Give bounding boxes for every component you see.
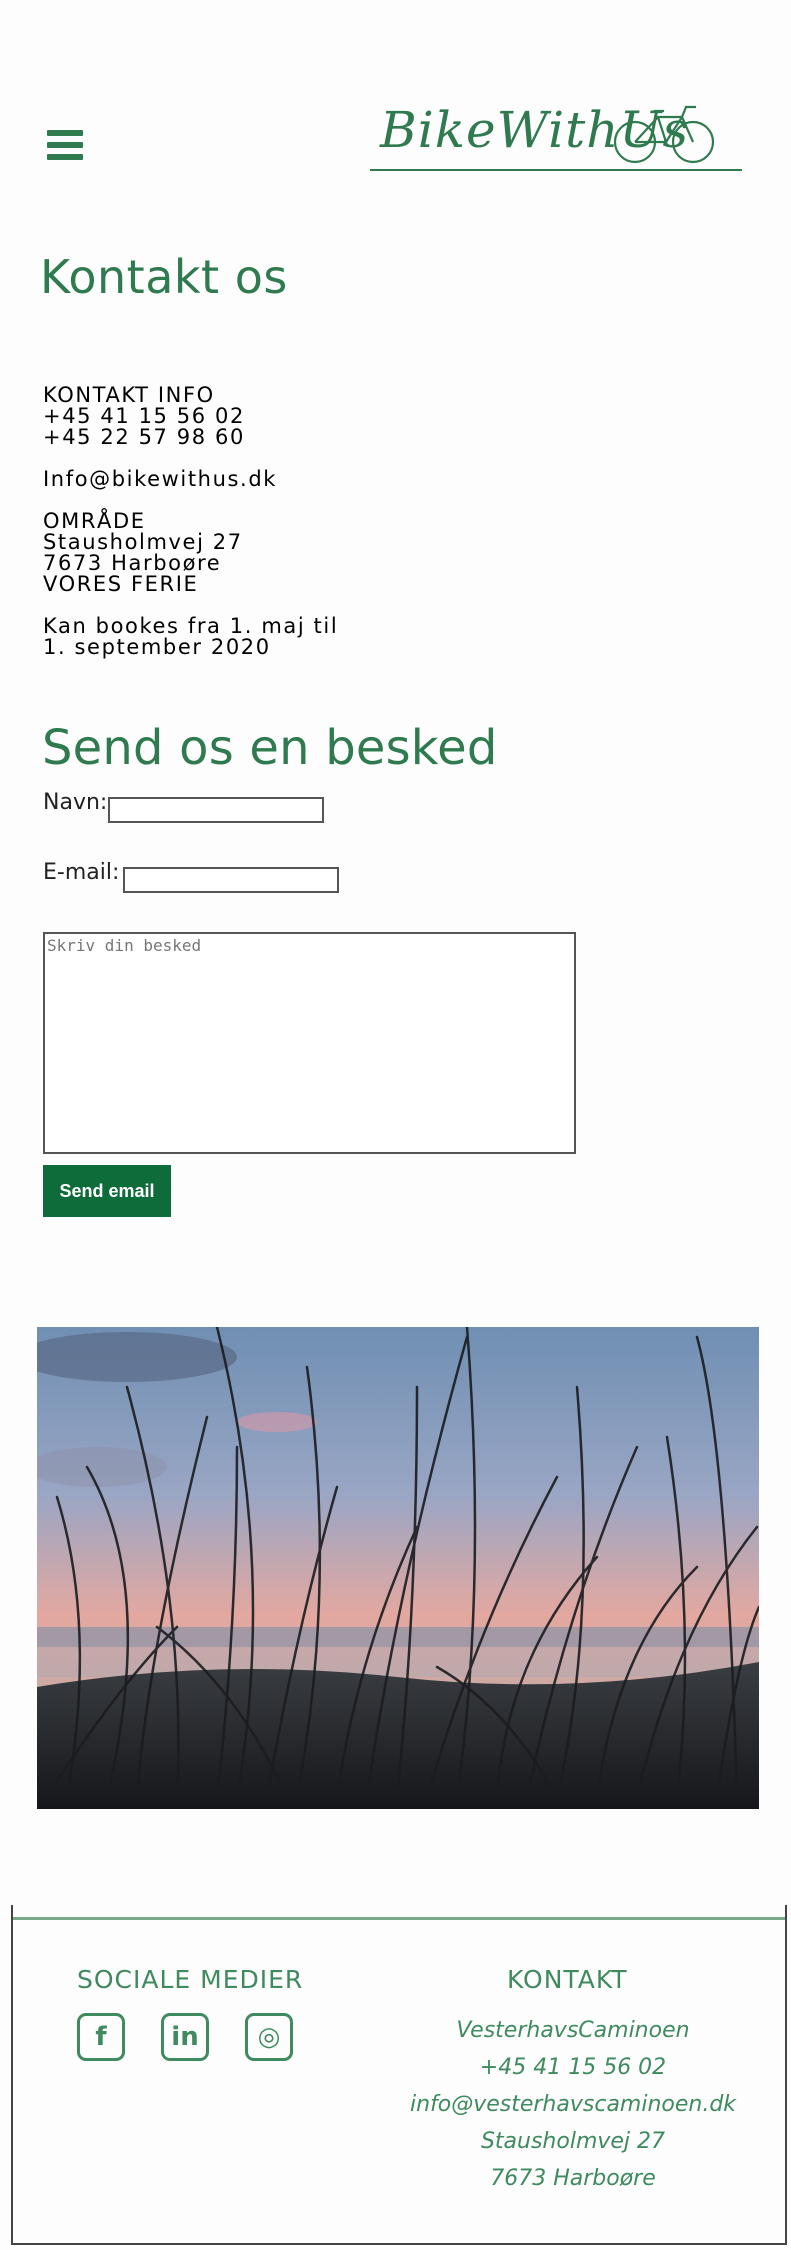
site-footer: SOCIALE MEDIER f in ◎ KONTAKT Vesterhavs… xyxy=(11,1905,787,2245)
footer-contact-heading: KONTAKT xyxy=(507,1965,628,1994)
message-textarea[interactable] xyxy=(43,932,576,1154)
logo-text: BikeWithUs xyxy=(380,101,690,159)
facebook-icon[interactable]: f xyxy=(77,2013,125,2061)
page-title: Kontakt os xyxy=(40,250,288,304)
area-heading: OMRÅDE xyxy=(43,509,146,533)
hamburger-menu-icon[interactable] xyxy=(47,130,83,166)
name-label: Navn: xyxy=(43,790,108,815)
linkedin-icon[interactable]: in xyxy=(161,2013,209,2061)
phone-number-1[interactable]: +45 41 15 56 02 xyxy=(43,406,338,427)
contact-heading: KONTAKT INFO xyxy=(43,383,215,407)
footer-city: 7673 Harboøre xyxy=(490,2166,656,2191)
site-logo[interactable]: BikeWithUs xyxy=(370,95,742,175)
booking-line-1: Kan bookes fra 1. maj til xyxy=(43,614,339,638)
name-input[interactable] xyxy=(108,797,324,823)
contact-email[interactable]: Info@bikewithus.dk xyxy=(43,469,338,490)
footer-divider xyxy=(13,1917,785,1920)
city-address: 7673 Harboøre xyxy=(43,551,222,575)
instagram-icon[interactable]: ◎ xyxy=(245,2013,293,2061)
booking-line-2: 1. september 2020 xyxy=(43,635,271,659)
street-address: Stausholmvej 27 xyxy=(43,530,243,554)
phone-number-2[interactable]: +45 22 57 98 60 xyxy=(43,427,338,448)
area-extra: VORES FERIE xyxy=(43,572,199,596)
footer-street: Stausholmvej 27 xyxy=(480,2129,666,2154)
footer-email[interactable]: info@vesterhavscaminoen.dk xyxy=(393,2086,753,2123)
send-email-button[interactable]: Send email xyxy=(43,1165,171,1217)
footer-contact-lines: VesterhavsCaminoen +45 41 15 56 02 info@… xyxy=(393,2012,753,2197)
email-input[interactable] xyxy=(123,867,339,893)
beach-grass-sunset-image xyxy=(37,1327,759,1809)
email-label: E-mail: xyxy=(43,860,120,885)
social-heading: SOCIALE MEDIER xyxy=(77,1965,304,1994)
contact-info: KONTAKT INFO +45 41 15 56 02 +45 22 57 9… xyxy=(43,364,338,679)
footer-company-name: VesterhavsCaminoen xyxy=(456,2018,690,2043)
form-title: Send os en besked xyxy=(42,720,498,776)
footer-phone[interactable]: +45 41 15 56 02 xyxy=(393,2049,753,2086)
